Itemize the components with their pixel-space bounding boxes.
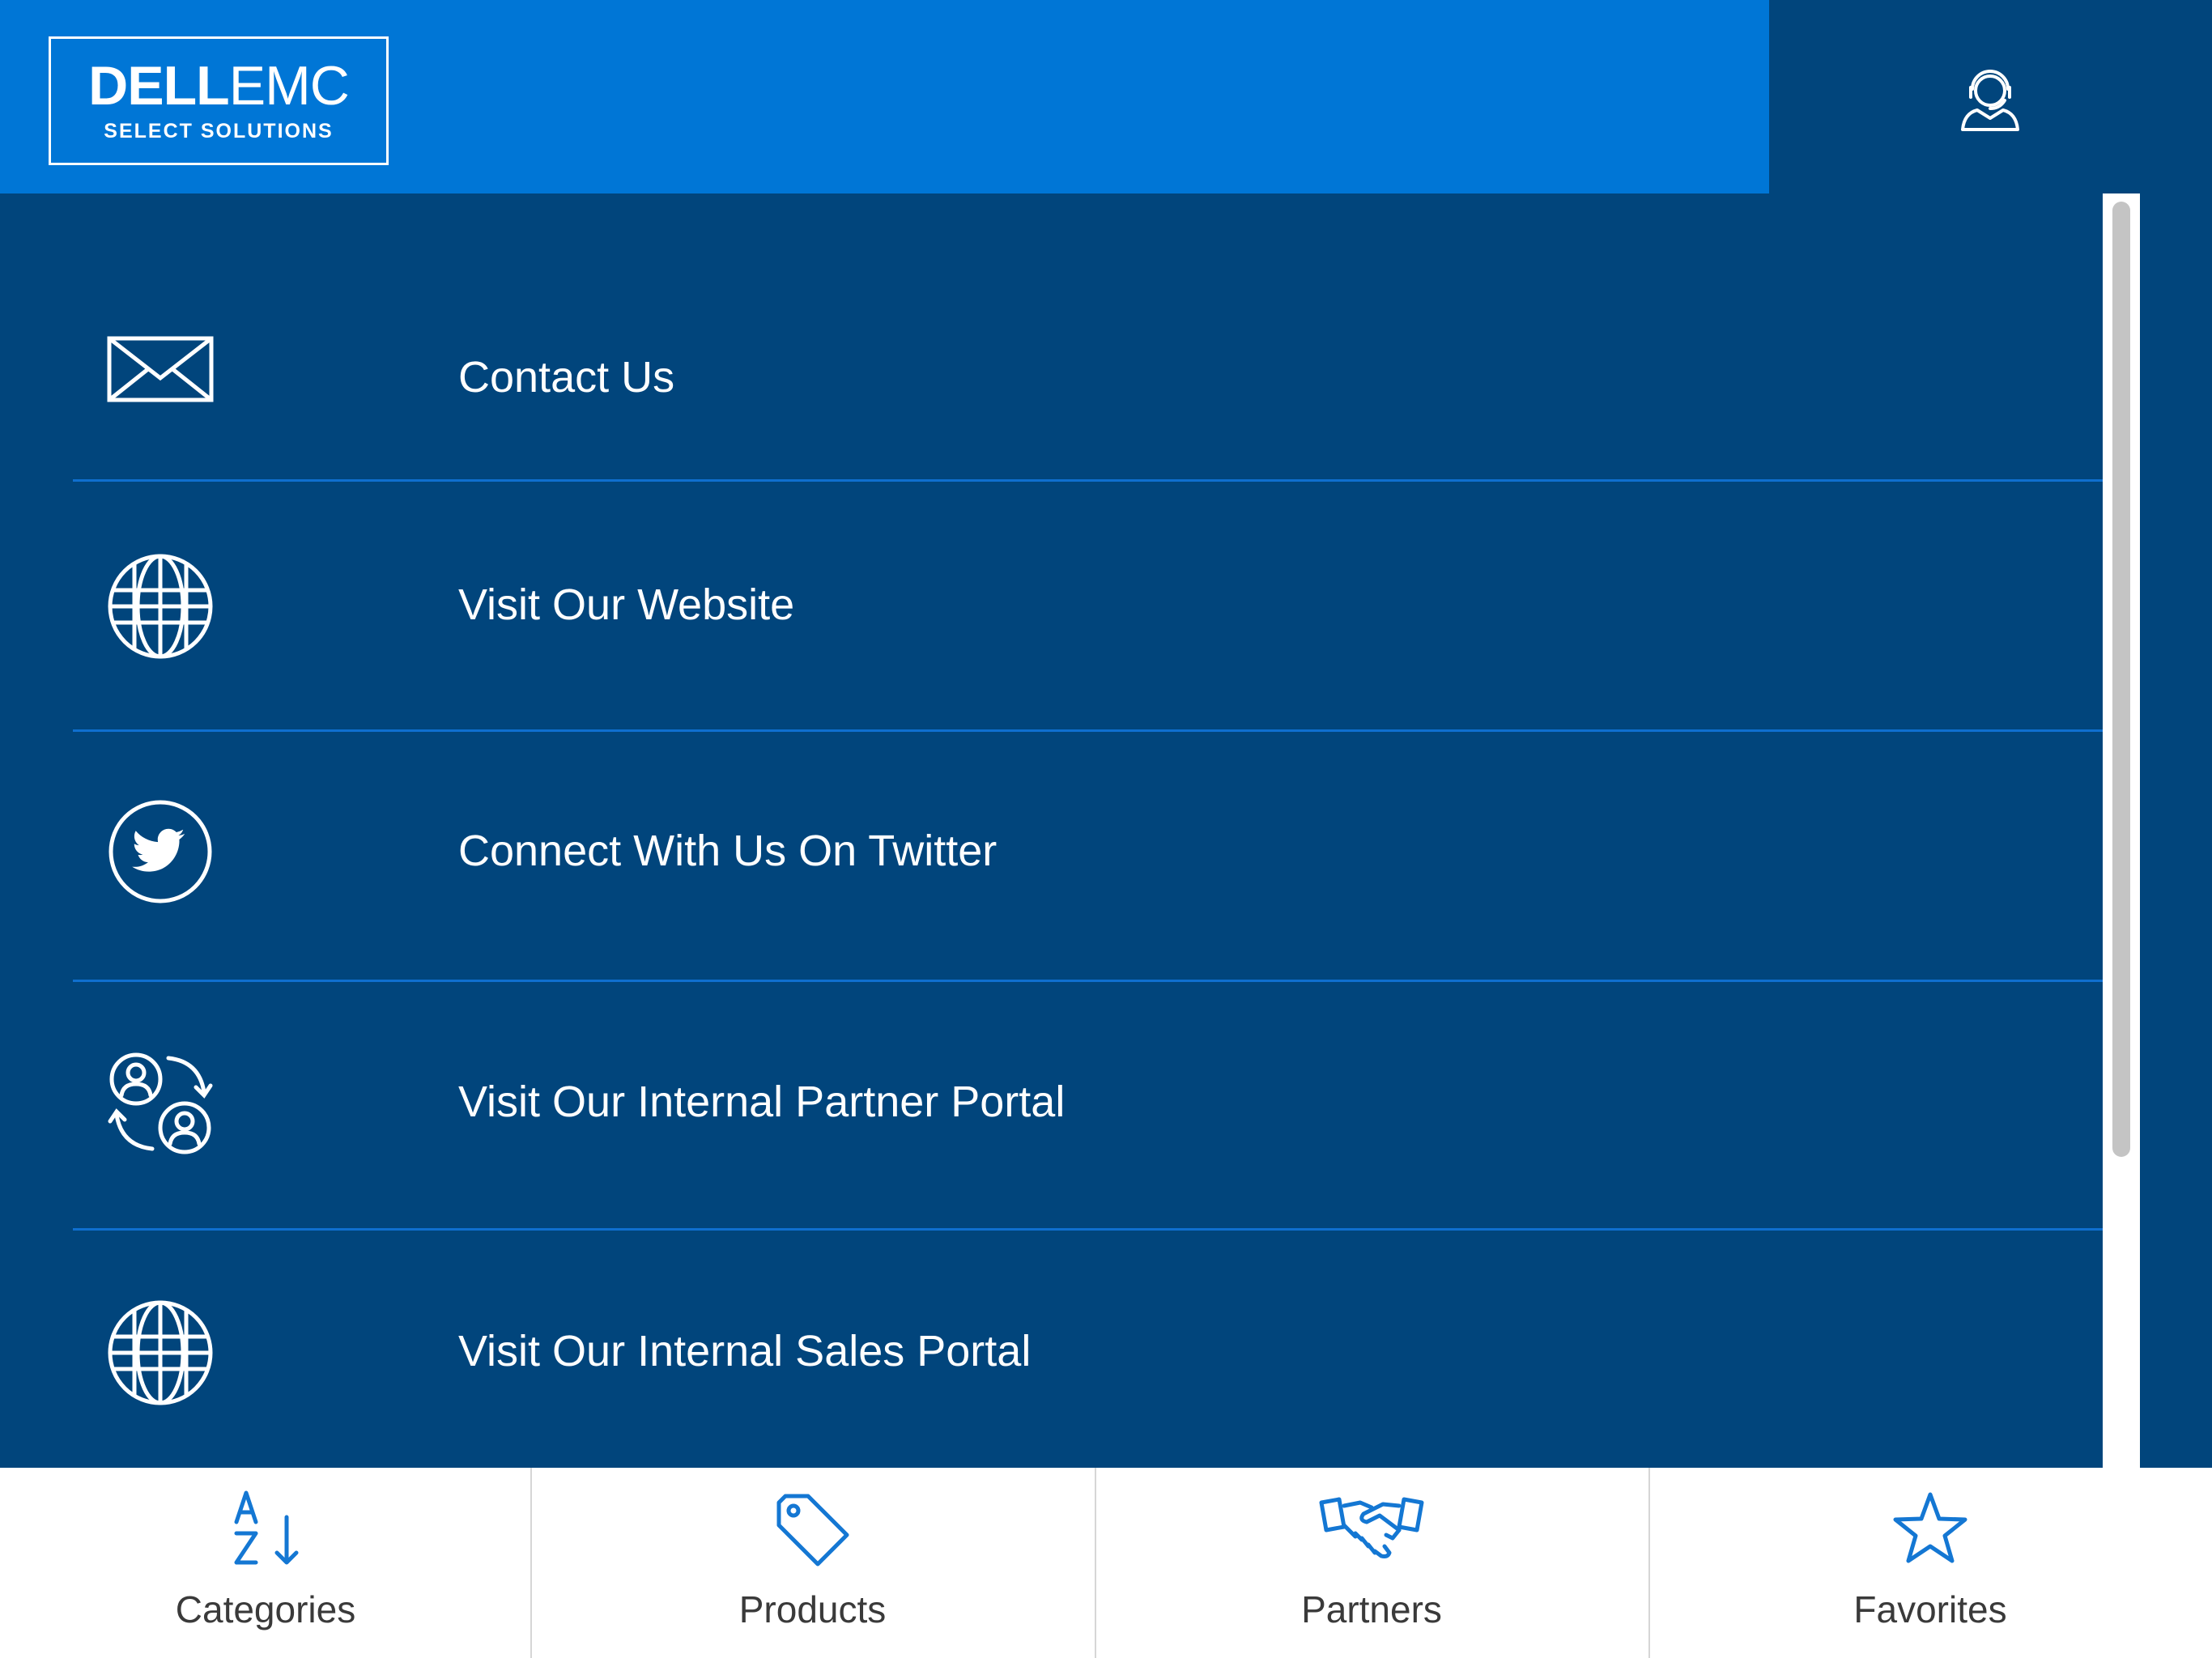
tab-label: Categories — [175, 1588, 356, 1630]
tab-label: Products — [738, 1588, 887, 1630]
star-icon — [1893, 1492, 1967, 1563]
menu-item-sales-portal[interactable]: Visit Our Internal Sales Portal — [0, 1231, 2103, 1468]
support-button[interactable] — [1958, 62, 2023, 133]
menu-item-visit-website[interactable]: Visit Our Website — [0, 482, 2103, 732]
twitter-icon — [108, 800, 212, 903]
tab-categories[interactable]: Categories — [0, 1468, 531, 1658]
menu-item-label: Connect With Us On Twitter — [458, 827, 998, 875]
logo-subtitle: SELECT SOLUTIONS — [104, 120, 334, 142]
dell-emc-logo: DELLEMC SELECT SOLUTIONS — [49, 36, 389, 165]
globe-icon — [108, 554, 213, 659]
menu-item-label: Visit Our Website — [458, 580, 795, 629]
tab-partners[interactable]: Partners — [1095, 1468, 1648, 1658]
tag-icon — [776, 1494, 849, 1567]
menu-item-contact-us[interactable]: Contact Us — [0, 193, 2103, 482]
menu-list: Contact Us Visit Our Website Connect Wit… — [0, 193, 2103, 1468]
logo-brand: DELL — [88, 55, 230, 117]
menu-item-label: Visit Our Internal Sales Portal — [458, 1327, 1032, 1375]
scrollbar-track[interactable] — [2103, 193, 2140, 1468]
sort-az-icon — [234, 1490, 299, 1565]
logo-product: EMC — [228, 55, 350, 117]
menu-item-twitter[interactable]: Connect With Us On Twitter — [0, 732, 2103, 982]
menu-item-label: Contact Us — [458, 353, 675, 402]
scrollbar-thumb[interactable] — [2112, 202, 2130, 1157]
headset-support-icon — [1961, 70, 2019, 131]
right-margin — [2140, 193, 2212, 1468]
menu-item-label: Visit Our Internal Partner Portal — [458, 1078, 1066, 1126]
app-header: DELLEMC SELECT SOLUTIONS — [0, 0, 1769, 193]
globe-icon — [108, 1300, 213, 1405]
partner-exchange-icon — [108, 1052, 213, 1154]
bottom-tab-bar: Categories Products Partners Favorites — [0, 1468, 2212, 1658]
tab-products[interactable]: Products — [530, 1468, 1095, 1658]
handshake-icon — [1319, 1497, 1424, 1558]
menu-item-partner-portal[interactable]: Visit Our Internal Partner Portal — [0, 982, 2103, 1231]
envelope-icon — [107, 336, 214, 402]
tab-favorites[interactable]: Favorites — [1648, 1468, 2212, 1658]
tab-label: Partners — [1301, 1588, 1442, 1630]
tab-label: Favorites — [1853, 1588, 2007, 1630]
